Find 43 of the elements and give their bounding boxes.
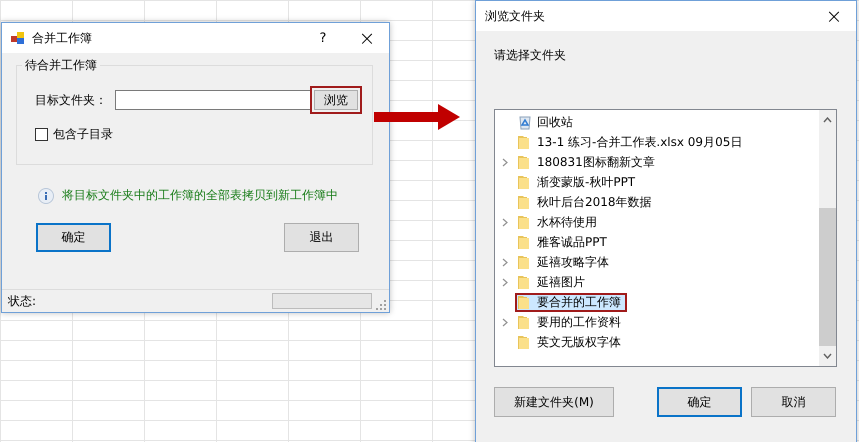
- status-label: 状态:: [8, 292, 36, 310]
- dialog-button[interactable]: 确定: [657, 387, 742, 417]
- info-text: 将目标文件夹中的工作簿的全部表拷贝到新工作簿中: [62, 187, 338, 204]
- folder-input-field[interactable]: [115, 90, 311, 110]
- scrollbar[interactable]: [819, 110, 836, 366]
- expand-icon[interactable]: [502, 258, 508, 266]
- dialog-button[interactable]: 确定: [36, 223, 111, 252]
- dialog-button[interactable]: 退出: [284, 223, 359, 252]
- tree-item[interactable]: 延禧攻略字体: [515, 252, 615, 272]
- checkbox-label: 包含子目录: [53, 126, 113, 143]
- recycle-bin-icon: [517, 114, 533, 130]
- field-label: 目标文件夹：: [35, 92, 108, 108]
- tree-item[interactable]: 回收站: [515, 112, 579, 132]
- scroll-down-icon[interactable]: [823, 353, 832, 359]
- window-title: 合并工作簿: [32, 30, 92, 46]
- app-icon: [11, 31, 25, 45]
- tree-item[interactable]: 秋叶后台2018年数据: [515, 192, 658, 212]
- help-button[interactable]: ?: [301, 23, 345, 53]
- browse-button[interactable]: 浏览: [314, 90, 358, 110]
- tree-item[interactable]: 要用的工作资料: [515, 312, 627, 332]
- expand-icon[interactable]: [502, 278, 508, 286]
- tree-item[interactable]: 延禧图片: [515, 272, 591, 292]
- close-button[interactable]: ×: [345, 23, 389, 53]
- resize-grip-icon: [376, 300, 386, 310]
- tree-item[interactable]: 要合并的工作簿: [515, 292, 627, 312]
- expand-icon[interactable]: [502, 218, 508, 226]
- close-button[interactable]: ×: [812, 1, 856, 31]
- tree-item[interactable]: 水杯待使用: [515, 212, 603, 232]
- checkbox[interactable]: [35, 128, 48, 141]
- dialog-button[interactable]: 新建文件夹(M): [494, 387, 614, 417]
- scroll-up-icon[interactable]: [823, 117, 832, 123]
- tree-item[interactable]: 英文无版权字体: [515, 332, 627, 352]
- tree-item[interactable]: 13-1 练习-合并工作表.xlsx 09月05日: [515, 132, 748, 152]
- expand-icon[interactable]: [502, 318, 508, 326]
- group-title: 待合并工作簿: [22, 57, 100, 74]
- expand-icon[interactable]: [502, 158, 508, 166]
- tree-item[interactable]: 180831图标翻新文章: [515, 152, 661, 172]
- info-icon: [38, 188, 54, 204]
- dialog-button[interactable]: 取消: [751, 387, 836, 417]
- window-title: 浏览文件夹: [485, 8, 545, 24]
- tree-item[interactable]: 渐变蒙版-秋叶PPT: [515, 172, 642, 192]
- tree-item[interactable]: 雅客诚品PPT: [515, 232, 613, 252]
- prompt-text: 请选择文件夹: [494, 47, 567, 64]
